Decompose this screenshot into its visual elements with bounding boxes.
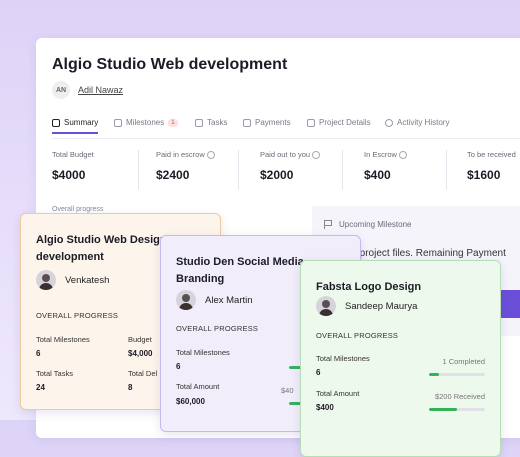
tab-project-details[interactable]: Project Details [307, 118, 371, 127]
stat-value: $1600 [467, 168, 501, 182]
tab-payments[interactable]: Payments [243, 118, 291, 127]
milestones-count-badge: 1 [168, 118, 178, 127]
assignee-name: Sandeep Maurya [345, 300, 418, 312]
tab-label: Project Details [319, 118, 371, 127]
document-icon [307, 118, 315, 127]
card-assignee: Venkatesh [36, 270, 109, 290]
stat-label: Total Budget [52, 150, 94, 159]
field-value: $60,000 [176, 397, 205, 406]
flag-icon [324, 220, 333, 229]
card-title: Fabsta Logo Design [316, 281, 422, 293]
field-label: Total Del [128, 369, 158, 378]
checkbox-icon [195, 118, 203, 127]
tab-activity-history[interactable]: Activity History [385, 118, 449, 127]
stat-paid-out: Paid out to you $2000 [260, 150, 321, 194]
avatar [36, 270, 56, 290]
tab-label: Payments [255, 118, 291, 127]
stat-to-be-received: To be received $1600 [467, 150, 516, 194]
divider [446, 150, 447, 190]
info-icon[interactable] [206, 151, 215, 160]
assignee-name: Venkatesh [65, 274, 110, 286]
tab-milestones[interactable]: Milestones 1 [114, 118, 178, 127]
upcoming-milestone-header: Upcoming Milestone [324, 220, 411, 229]
field-label: Total Tasks [36, 369, 73, 378]
stat-label: Paid in escrow [156, 150, 215, 160]
stat-value: $2000 [260, 168, 294, 183]
stat-value: $4000 [52, 168, 86, 182]
field-value: $4,000 [128, 349, 153, 358]
field-value: 24 [36, 383, 45, 392]
card-assignee: Alex Martin [176, 290, 253, 310]
field-value: 6 [176, 362, 181, 371]
stat-in-escrow: In Escrow $400 [364, 150, 407, 194]
info-icon[interactable] [398, 151, 407, 160]
owner-name-link[interactable]: Adil Nawaz [78, 85, 123, 95]
flag-icon [114, 118, 122, 127]
summary-icon [52, 118, 60, 127]
field-label: Total Amount [176, 382, 220, 391]
card-assignee: Sandeep Maurya [316, 296, 417, 316]
avatar [316, 296, 336, 316]
tab-label: Tasks [207, 118, 228, 127]
stat-total-budget: Total Budget $4000 [52, 150, 94, 194]
field-value: 8 [128, 383, 133, 392]
project-card-fabsta[interactable]: Fabsta Logo Design Sandeep Maurya OVERAL… [300, 260, 501, 457]
milestones-completed: 1 Completed [442, 357, 485, 366]
tab-label: Milestones [126, 118, 165, 127]
avatar: AN [52, 81, 70, 99]
field-label: Budget [128, 335, 152, 344]
amount-received: $200 Received [434, 392, 485, 401]
overall-progress-heading: OVERALL PROGRESS [316, 331, 399, 340]
divider [138, 150, 139, 190]
tab-tasks[interactable]: Tasks [195, 118, 227, 127]
upcoming-milestone-text: er project files. Remaining Payment [348, 248, 506, 259]
assignee-name: Alex Martin [205, 294, 253, 306]
upcoming-milestone-label: Upcoming Milestone [339, 220, 412, 229]
field-label: Total Milestones [176, 348, 230, 357]
dollar-icon [243, 118, 251, 127]
overall-progress-heading: OVERALL PROGRESS [36, 311, 119, 320]
tab-label: Activity History [397, 118, 450, 127]
field-label: Total Milestones [316, 354, 370, 363]
project-owner: AN Adil Nawaz [52, 81, 123, 99]
stat-paid-in-escrow: Paid in escrow $2400 [156, 150, 215, 194]
milestone-progress-bar [429, 373, 485, 376]
overall-progress-label: Overall progress [52, 206, 104, 213]
info-icon[interactable] [312, 151, 321, 160]
budget-stats: Total Budget $4000 Paid in escrow $2400 … [52, 150, 520, 194]
field-label: Total Milestones [36, 335, 90, 344]
divider [342, 150, 343, 190]
avatar [176, 290, 196, 310]
stat-value: $400 [364, 168, 391, 183]
stat-label: Paid out to you [260, 150, 321, 160]
amount-progress-bar [429, 408, 485, 411]
tab-label: Summary [64, 118, 99, 127]
clock-icon [385, 118, 393, 127]
field-value: $400 [316, 403, 334, 412]
stat-value: $2400 [156, 168, 190, 183]
page-title: Algio Studio Web development [52, 56, 288, 73]
received-amount: $40 [281, 386, 294, 395]
tab-bar: Summary Milestones 1 Tasks Payments Proj… [52, 118, 520, 139]
stat-label: In Escrow [364, 150, 407, 160]
field-value: 6 [316, 368, 321, 377]
divider [238, 150, 239, 190]
field-value: 6 [36, 349, 41, 358]
tab-summary[interactable]: Summary [52, 118, 99, 134]
field-label: Total Amount [316, 389, 360, 398]
overall-progress-heading: OVERALL PROGRESS [176, 324, 259, 333]
stat-label: To be received [467, 150, 516, 159]
